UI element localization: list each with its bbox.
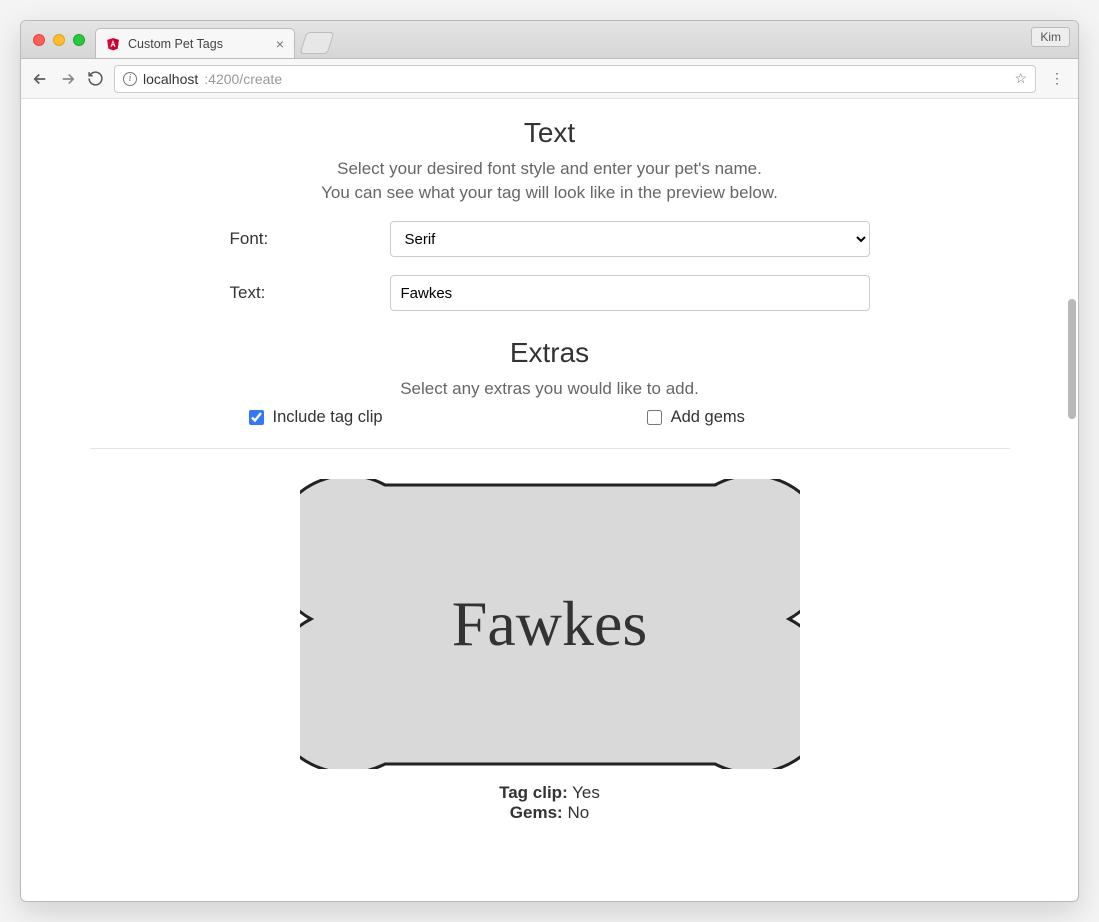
- tag-preview: Fawkes Tag clip: Yes Gems: No: [90, 479, 1010, 823]
- address-bar[interactable]: i localhost :4200/create ☆: [114, 65, 1036, 93]
- preview-name: Fawkes: [300, 479, 800, 769]
- forward-button[interactable]: [59, 70, 77, 88]
- close-tab-icon[interactable]: ×: [276, 37, 284, 51]
- browser-menu-button[interactable]: ⋮: [1046, 70, 1068, 87]
- tab-title: Custom Pet Tags: [128, 37, 223, 51]
- extras-section-lead: Select any extras you would like to add.: [90, 379, 1010, 399]
- tab-strip: Custom Pet Tags × Kim: [21, 21, 1078, 59]
- text-label: Text:: [230, 283, 390, 303]
- minimize-window-button[interactable]: [53, 34, 65, 46]
- bone-shape: Fawkes: [300, 479, 800, 769]
- new-tab-button[interactable]: [299, 32, 334, 54]
- summary-clip-value: Yes: [572, 783, 600, 802]
- angular-icon: [106, 37, 120, 51]
- reload-icon: [87, 70, 104, 87]
- browser-window: Custom Pet Tags × Kim i localhost :4200/c…: [20, 20, 1079, 902]
- include-clip-option[interactable]: Include tag clip: [245, 407, 383, 428]
- browser-tab[interactable]: Custom Pet Tags ×: [95, 28, 295, 58]
- scrollbar-thumb[interactable]: [1068, 299, 1076, 419]
- extras-section-heading: Extras: [90, 337, 1010, 369]
- text-section-lead-1: Select your desired font style and enter…: [90, 159, 1010, 179]
- add-gems-checkbox[interactable]: [647, 410, 662, 425]
- back-button[interactable]: [31, 70, 49, 88]
- text-section-heading: Text: [90, 117, 1010, 149]
- bookmark-star-icon[interactable]: ☆: [1014, 70, 1027, 87]
- summary-gems-label: Gems:: [510, 803, 563, 822]
- extras-row: Include tag clip Add gems: [90, 407, 1010, 428]
- divider: [90, 448, 1010, 449]
- preview-summary: Tag clip: Yes Gems: No: [499, 783, 600, 823]
- pet-name-input[interactable]: [390, 275, 870, 311]
- summary-clip-label: Tag clip:: [499, 783, 568, 802]
- summary-gems-value: No: [567, 803, 589, 822]
- url-path: :4200/create: [204, 71, 282, 87]
- window-controls: [33, 34, 85, 46]
- text-section-lead-2: You can see what your tag will look like…: [90, 183, 1010, 203]
- page-content: Text Select your desired font style and …: [60, 99, 1040, 863]
- close-window-button[interactable]: [33, 34, 45, 46]
- font-row: Font: Serif: [90, 221, 1010, 257]
- arrow-left-icon: [31, 70, 49, 88]
- add-gems-label: Add gems: [671, 408, 745, 427]
- include-clip-label: Include tag clip: [273, 408, 383, 427]
- reload-button[interactable]: [87, 70, 104, 87]
- fullscreen-window-button[interactable]: [73, 34, 85, 46]
- font-label: Font:: [230, 229, 390, 249]
- font-select[interactable]: Serif: [390, 221, 870, 257]
- include-clip-checkbox[interactable]: [249, 410, 264, 425]
- site-info-icon[interactable]: i: [123, 72, 137, 86]
- profile-badge[interactable]: Kim: [1031, 27, 1070, 47]
- arrow-right-icon: [59, 70, 77, 88]
- url-host: localhost: [143, 71, 198, 87]
- add-gems-option[interactable]: Add gems: [643, 407, 745, 428]
- page-viewport: Text Select your desired font style and …: [21, 99, 1078, 901]
- browser-toolbar: i localhost :4200/create ☆ ⋮: [21, 59, 1078, 99]
- text-row: Text:: [90, 275, 1010, 311]
